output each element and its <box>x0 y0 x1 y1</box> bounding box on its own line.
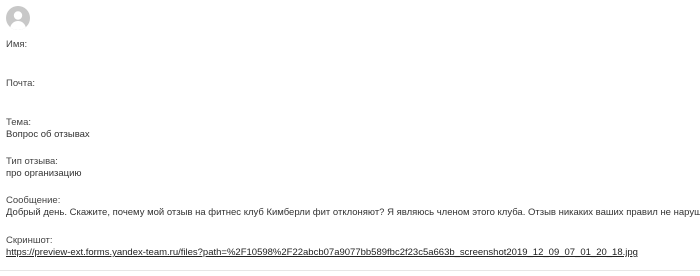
review-type-value: про организацию <box>6 168 82 179</box>
subject-value: Вопрос об отзывах <box>6 129 90 140</box>
divider <box>0 270 700 271</box>
message-label: Сообщение: <box>6 195 61 206</box>
avatar <box>6 6 30 30</box>
message-value: Добрый день. Скажите, почему мой отзыв н… <box>6 207 700 218</box>
review-type-label: Тип отзыва: <box>6 156 58 167</box>
name-label: Имя: <box>6 39 28 50</box>
screenshot-label: Скриншот: <box>6 235 53 246</box>
user-silhouette-icon <box>9 11 27 30</box>
subject-label: Тема: <box>6 117 32 128</box>
screenshot-link[interactable]: https://preview-ext.forms.yandex-team.ru… <box>6 247 638 259</box>
email-label: Почта: <box>6 78 36 89</box>
